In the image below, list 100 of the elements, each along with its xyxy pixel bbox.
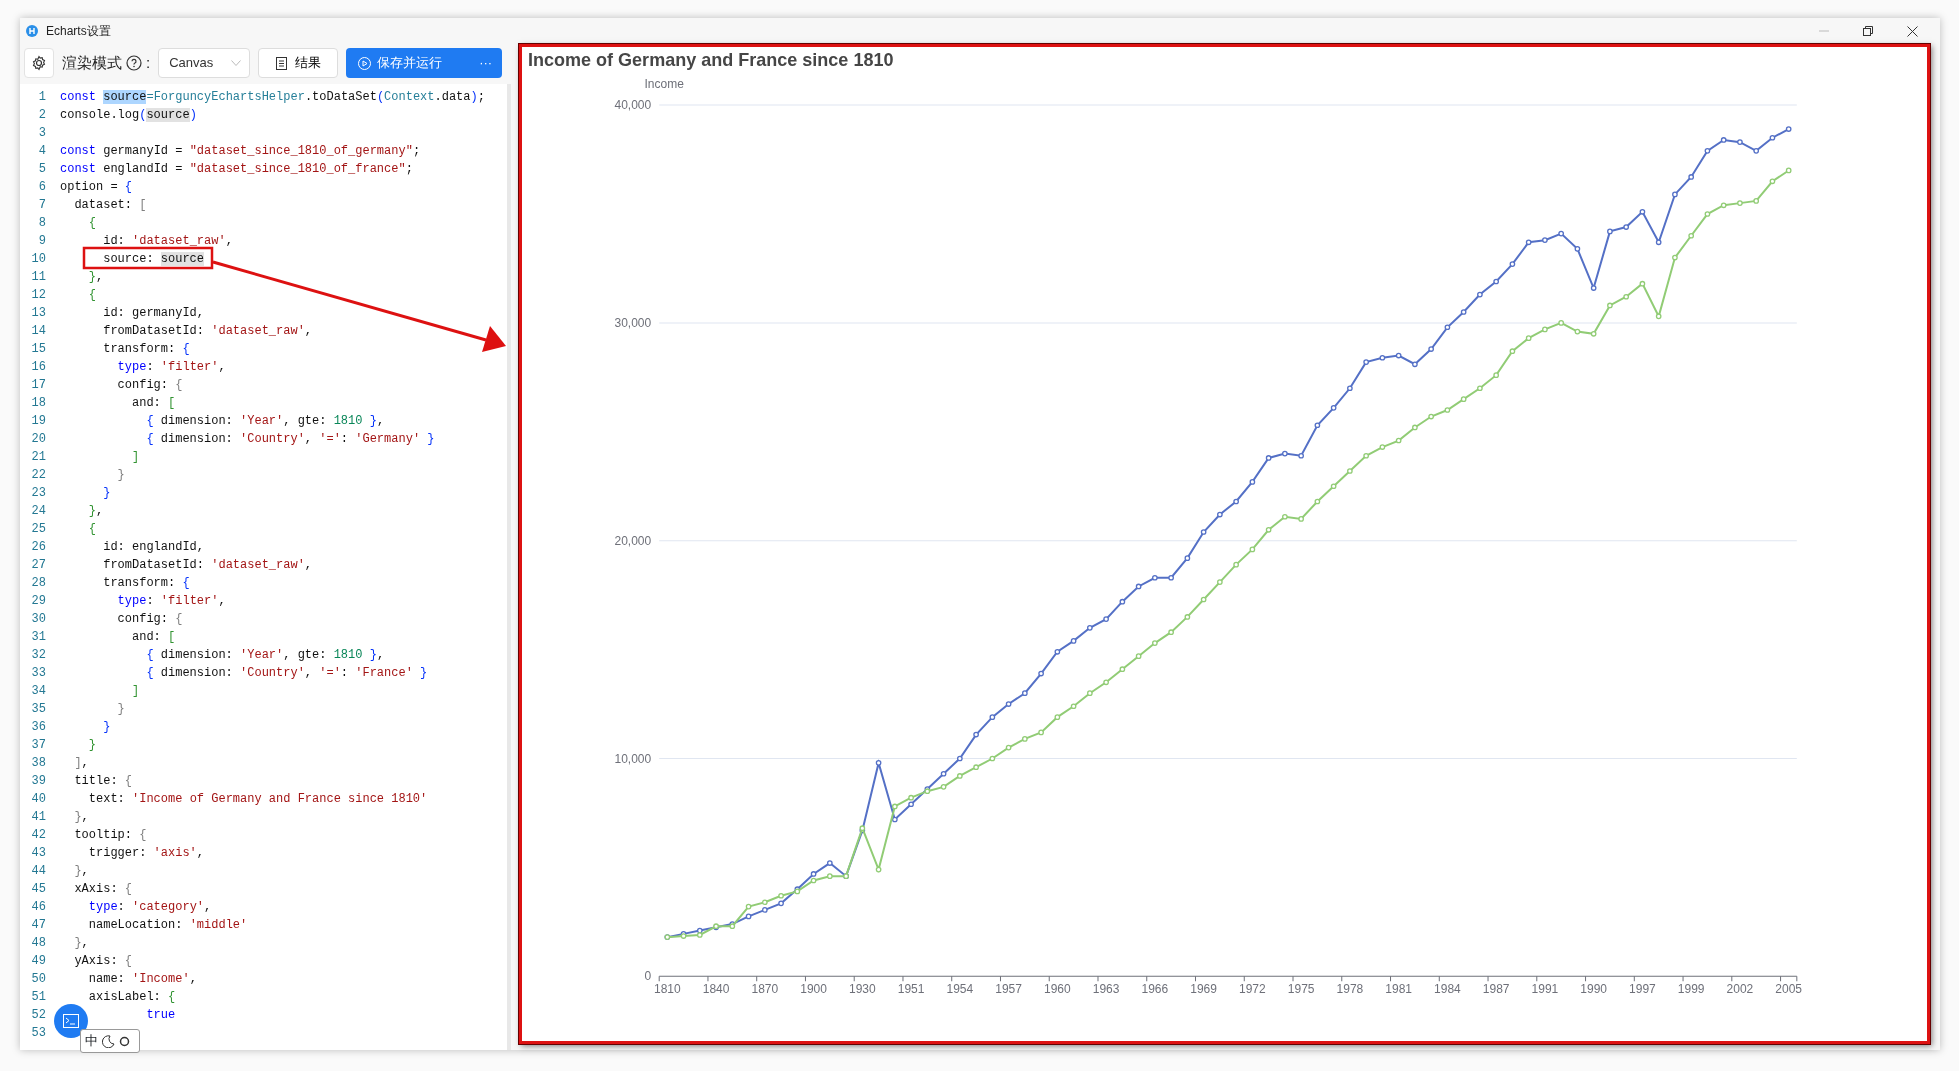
- line-number: 38: [30, 755, 47, 772]
- code-line: id: germanyId,: [102, 305, 205, 322]
- code-line: source: source: [102, 251, 205, 268]
- line-number: 30: [30, 611, 47, 628]
- code-line: ]: [131, 683, 140, 700]
- line-number: 47: [30, 917, 47, 934]
- code-line: const englandId = "dataset_since_1810_of_france";: [59, 161, 413, 178]
- line-number: 29: [30, 593, 47, 610]
- x-tick-label: 1997: [1629, 982, 1656, 997]
- line-number: 42: [30, 827, 47, 844]
- code-line: axisLabel: {: [87, 989, 176, 1006]
- code-line: xAxis: {: [73, 881, 132, 898]
- code-line: trigger: 'axis',: [87, 845, 205, 862]
- line-number: 13: [30, 305, 47, 322]
- code-line: and: [: [131, 395, 176, 412]
- line-number: 3: [37, 125, 47, 142]
- x-tick-label: 2005: [1775, 982, 1803, 997]
- line-number: 7: [37, 197, 47, 214]
- code-line: fromDatasetId: 'dataset_raw',: [102, 557, 313, 574]
- line-number: 40: [30, 791, 47, 808]
- code-line: ]: [131, 449, 140, 466]
- code-line: nameLocation: 'middle': [87, 917, 248, 934]
- code-line: transform: {: [102, 341, 190, 358]
- line-number: 44: [30, 863, 47, 880]
- code-line: true: [145, 1007, 176, 1024]
- code-line: dataset: [: [73, 197, 147, 214]
- line-number: 4: [37, 143, 47, 160]
- code-line: }: [102, 485, 111, 502]
- code-line: yAxis: {: [73, 953, 132, 970]
- line-number: 10: [30, 251, 47, 268]
- line-number: 35: [30, 701, 47, 718]
- code-line: },: [87, 503, 104, 520]
- x-tick-label: 1975: [1287, 982, 1315, 997]
- line-number: 16: [30, 359, 47, 376]
- code-line: title: {: [73, 773, 132, 790]
- line-number: 36: [30, 719, 47, 736]
- x-tick-label: 1840: [702, 982, 730, 997]
- code-line: ],: [73, 755, 89, 772]
- x-tick-label: 1972: [1239, 982, 1266, 997]
- window-title: Echarts设置: [46, 23, 111, 40]
- y-axis-title: Income: [644, 77, 684, 92]
- code-line: type: 'category',: [87, 899, 212, 916]
- line-number: 27: [30, 557, 47, 574]
- x-tick-label: 1984: [1434, 982, 1461, 997]
- chart-title: Income of Germany and France since 1810: [528, 50, 894, 71]
- line-number: 18: [30, 395, 47, 412]
- y-tick-label: 20,000: [614, 533, 652, 548]
- code-line: { dimension: 'Year', gte: 1810 },: [145, 413, 385, 430]
- code-line: config: {: [116, 611, 183, 628]
- line-number: 11: [30, 269, 47, 286]
- code-line: and: [: [131, 629, 176, 646]
- line-number: 51: [30, 989, 47, 1006]
- code-line: text: 'Income of Germany and France since 1810': [87, 791, 428, 808]
- line-number: 21: [30, 449, 47, 466]
- code-line: option = {: [59, 179, 132, 196]
- line-number: 53: [30, 1025, 47, 1042]
- line-number: 19: [30, 413, 47, 430]
- code-line: console.log(source): [59, 107, 197, 124]
- x-tick-label: 2002: [1726, 982, 1754, 997]
- code-line: tooltip: {: [73, 827, 147, 844]
- line-number: 12: [30, 287, 47, 304]
- line-number: 23: [30, 485, 47, 502]
- x-tick-label: 1991: [1531, 982, 1559, 997]
- line-number: 15: [30, 341, 47, 358]
- line-number: 33: [30, 665, 47, 682]
- code-line: }: [116, 701, 125, 718]
- x-tick-label: 1999: [1677, 982, 1705, 997]
- code-line: {: [87, 287, 96, 304]
- code-line: },: [73, 809, 89, 826]
- line-number: 22: [30, 467, 47, 484]
- line-number: 37: [30, 737, 47, 754]
- x-tick-label: 1981: [1385, 982, 1412, 997]
- x-tick-label: 1987: [1482, 982, 1510, 997]
- x-tick-label: 1810: [653, 982, 681, 997]
- code-line: id: 'dataset_raw',: [102, 233, 233, 250]
- x-tick-label: 1957: [995, 982, 1022, 997]
- line-number: 17: [30, 377, 47, 394]
- line-number: 31: [30, 629, 47, 646]
- code-line: {: [87, 521, 96, 538]
- line-number: 48: [30, 935, 47, 952]
- y-tick-label: 30,000: [614, 315, 652, 330]
- code-line: }: [102, 719, 111, 736]
- code-line: id: englandId,: [102, 539, 205, 556]
- x-tick-label: 1978: [1336, 982, 1364, 997]
- colon-text: :: [146, 52, 151, 73]
- line-number: 34: [30, 683, 47, 700]
- code-line: { dimension: 'Country', '=': 'Germany' }: [145, 431, 435, 448]
- line-number: 8: [37, 215, 47, 232]
- code-line: }: [116, 467, 125, 484]
- line-number: 20: [30, 431, 47, 448]
- code-line: type: 'filter',: [116, 593, 226, 610]
- x-tick-label: 1969: [1190, 982, 1217, 997]
- line-number: 9: [37, 233, 47, 250]
- code-line: type: 'filter',: [116, 359, 226, 376]
- line-number: 50: [30, 971, 47, 988]
- line-number: 2: [37, 107, 47, 124]
- line-number: 32: [30, 647, 47, 664]
- x-tick-label: 1930: [849, 982, 876, 997]
- code-line: { dimension: 'Country', '=': 'France' }: [145, 665, 428, 682]
- y-tick-label: 40,000: [614, 98, 652, 113]
